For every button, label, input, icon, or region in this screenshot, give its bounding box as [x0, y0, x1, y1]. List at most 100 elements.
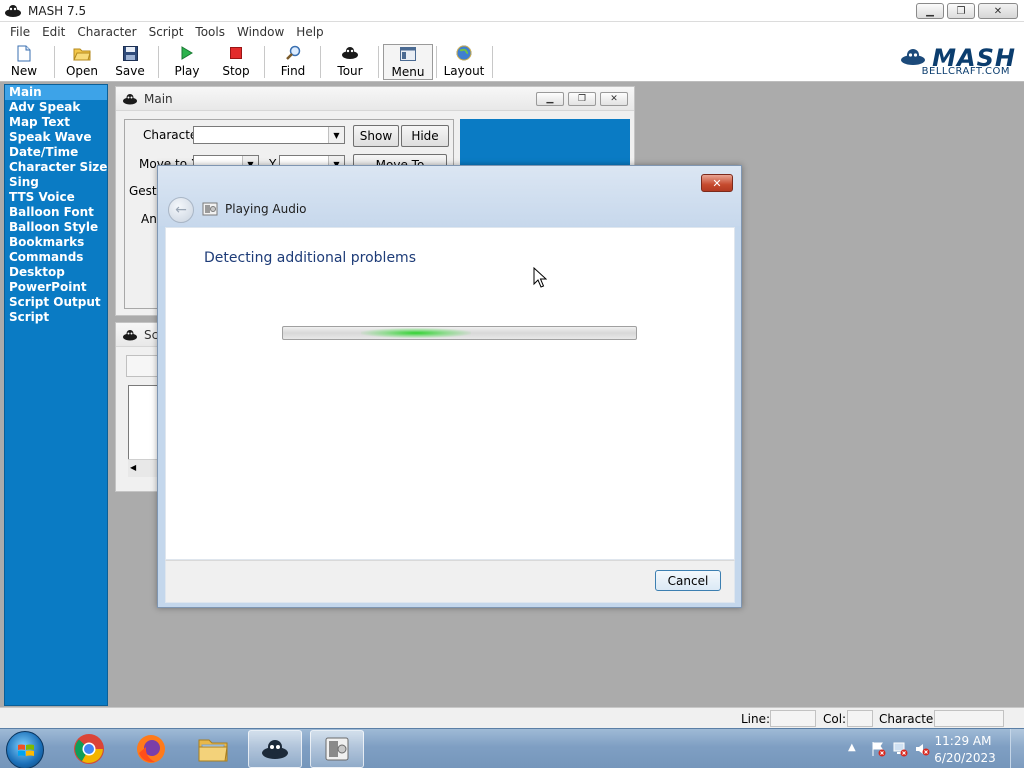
sidebar-item-date-time[interactable]: Date/Time — [5, 145, 107, 160]
menu-toggle-button[interactable]: Menu — [383, 44, 433, 80]
close-icon: ✕ — [993, 5, 1003, 17]
mash-logo-icon — [901, 49, 925, 65]
restore-icon: ❐ — [956, 5, 966, 17]
dialog-content: Detecting additional problems — [165, 227, 735, 560]
troubleshooter-dialog: ✕ ← Playing Audio Detecting additional p… — [157, 165, 742, 608]
clock-date[interactable]: 6/20/2023 — [928, 751, 1002, 765]
show-desktop-button[interactable] — [1010, 729, 1024, 768]
line-label: Line: — [741, 712, 771, 726]
dialog-header — [158, 166, 741, 226]
taskbar: ▲ 11:29 AM 6/20/2023 — [0, 728, 1024, 768]
bellcraft-logo: MASH BELLCRAFT.COM — [898, 44, 1018, 80]
action-center-flag-icon[interactable] — [870, 741, 886, 757]
network-icon[interactable] — [892, 741, 908, 757]
col-value — [847, 710, 873, 727]
minimize-icon: ▁ — [926, 5, 934, 17]
menu-file[interactable]: File — [4, 25, 36, 39]
back-button[interactable]: ← — [168, 197, 194, 223]
system-tray: ▲ 11:29 AM 6/20/2023 — [834, 729, 1024, 768]
sidebar-item-speak-wave[interactable]: Speak Wave — [5, 130, 107, 145]
menu-window[interactable]: Window — [231, 25, 290, 39]
show-hidden-icons-icon[interactable]: ▲ — [848, 742, 864, 758]
col-label: Col: — [823, 712, 847, 726]
progress-bar — [282, 326, 637, 340]
sidebar-item-balloon-font[interactable]: Balloon Font — [5, 205, 107, 220]
brand-site: BELLCRAFT.COM — [921, 66, 1010, 77]
menu-toggle-label: Menu — [391, 65, 425, 79]
taskbar-troubleshooter[interactable] — [310, 730, 364, 768]
play-icon — [178, 44, 196, 62]
find-label: Find — [280, 64, 306, 78]
taskbar-explorer[interactable] — [186, 730, 240, 768]
main-minimize-button[interactable]: ▁ — [536, 92, 564, 106]
hide-button[interactable]: Hide — [401, 125, 449, 147]
mash-character-icon — [123, 93, 137, 104]
sidebar-item-powerpoint[interactable]: PowerPoint — [5, 280, 107, 295]
tour-button[interactable]: Tour — [334, 44, 366, 80]
sidebar-item-main[interactable]: Main — [5, 85, 107, 100]
sidebar-item-bookmarks[interactable]: Bookmarks — [5, 235, 107, 250]
save-label: Save — [115, 64, 145, 78]
minimize-button[interactable]: ▁ — [916, 3, 944, 19]
clock-time[interactable]: 11:29 AM — [928, 734, 998, 748]
windows-flag-icon — [18, 744, 34, 756]
menu-help[interactable]: Help — [290, 25, 329, 39]
sidebar-item-character-size[interactable]: Character Size — [5, 160, 107, 175]
restore-button[interactable]: ❐ — [947, 3, 975, 19]
sidebar-item-script[interactable]: Script — [5, 310, 107, 325]
dialog-title: Playing Audio — [225, 202, 307, 216]
line-value — [770, 710, 816, 727]
menu-tools[interactable]: Tools — [189, 25, 231, 39]
sidebar-item-tts-voice[interactable]: TTS Voice — [5, 190, 107, 205]
open-button[interactable]: Open — [64, 44, 100, 80]
stop-label: Stop — [222, 64, 250, 78]
stop-button[interactable]: Stop — [220, 44, 252, 80]
main-restore-button[interactable]: ❐ — [568, 92, 596, 106]
close-icon: ✕ — [610, 94, 618, 104]
layout-label: Layout — [443, 64, 485, 78]
troubleshooter-icon — [202, 202, 218, 216]
back-arrow-icon: ← — [175, 202, 187, 218]
cancel-button[interactable]: Cancel — [655, 570, 721, 591]
taskbar-firefox[interactable] — [124, 730, 178, 768]
tour-label: Tour — [337, 64, 363, 78]
layout-button[interactable]: Layout — [443, 44, 485, 80]
show-button[interactable]: Show — [353, 125, 399, 147]
new-file-icon — [15, 44, 33, 62]
tour-character-icon — [341, 44, 359, 62]
restore-icon: ❐ — [577, 94, 587, 104]
sidebar-item-map-text[interactable]: Map Text — [5, 115, 107, 130]
sidebar-item-sing[interactable]: Sing — [5, 175, 107, 190]
play-label: Play — [174, 64, 200, 78]
toolbar: New Open Save Play Stop Find Tour Menu L… — [0, 42, 1024, 82]
mash-character-icon — [123, 329, 137, 340]
new-button[interactable]: New — [8, 44, 40, 80]
chevron-down-icon: ▼ — [328, 127, 344, 143]
menu-script[interactable]: Script — [143, 25, 190, 39]
close-button[interactable]: ✕ — [978, 3, 1018, 19]
sidebar-item-desktop[interactable]: Desktop — [5, 265, 107, 280]
character-select[interactable]: ▼ — [193, 126, 345, 144]
find-button[interactable]: Find — [278, 44, 308, 80]
layout-globe-icon — [455, 44, 473, 62]
dialog-close-button[interactable]: ✕ — [701, 174, 733, 192]
start-button[interactable] — [6, 731, 44, 768]
sidebar-item-commands[interactable]: Commands — [5, 250, 107, 265]
menu-edit[interactable]: Edit — [36, 25, 71, 39]
sidebar-item-balloon-style[interactable]: Balloon Style — [5, 220, 107, 235]
sidebar-item-script-output[interactable]: Script Output — [5, 295, 107, 310]
app-title: MASH 7.5 — [28, 3, 87, 18]
save-button[interactable]: Save — [114, 44, 146, 80]
open-folder-icon — [73, 44, 91, 62]
mouse-cursor-icon — [533, 267, 547, 288]
dialog-footer: Cancel — [165, 560, 735, 603]
dialog-heading: Detecting additional problems — [204, 250, 416, 266]
play-button[interactable]: Play — [172, 44, 202, 80]
taskbar-mash[interactable] — [248, 730, 302, 768]
sidebar-item-adv-speak[interactable]: Adv Speak — [5, 100, 107, 115]
main-close-button[interactable]: ✕ — [600, 92, 628, 106]
open-label: Open — [65, 64, 99, 78]
taskbar-chrome[interactable] — [62, 730, 116, 768]
scroll-left-icon[interactable]: ◀ — [130, 463, 136, 472]
menu-character[interactable]: Character — [71, 25, 142, 39]
